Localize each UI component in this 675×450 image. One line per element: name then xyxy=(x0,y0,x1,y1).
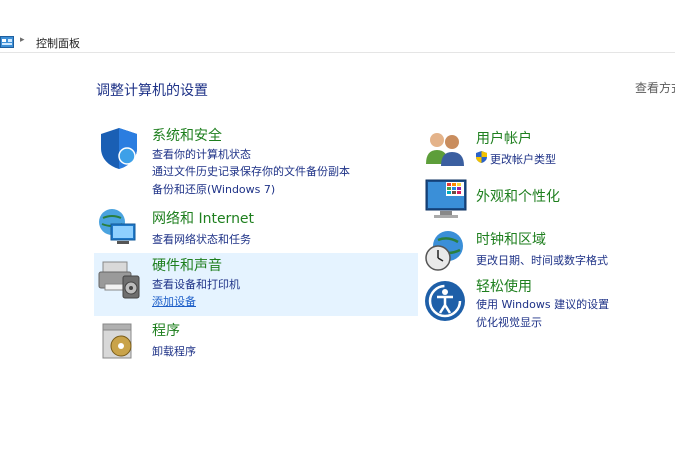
link-view-computer-status[interactable]: 查看你的计算机状态 xyxy=(152,146,251,162)
programs-icon[interactable] xyxy=(99,320,139,362)
category-user-accounts[interactable]: 用户帐户 xyxy=(476,128,532,148)
view-by-label: 查看方式 xyxy=(635,81,675,95)
category-appearance-personalization[interactable]: 外观和个性化 xyxy=(476,186,560,206)
category-programs[interactable]: 程序 xyxy=(152,320,180,340)
uac-shield-icon xyxy=(476,151,487,163)
printer-icon[interactable] xyxy=(97,256,143,302)
category-ease-of-access[interactable]: 轻松使用 xyxy=(476,276,532,296)
page-title: 调整计算机的设置 xyxy=(96,83,208,99)
category-hardware-sound[interactable]: 硬件和声音 xyxy=(152,255,222,275)
link-add-device[interactable]: 添加设备 xyxy=(152,293,196,309)
ease-of-access-icon[interactable] xyxy=(424,280,466,322)
link-optimize-visual-display[interactable]: 优化视觉显示 xyxy=(476,314,542,330)
display-icon[interactable] xyxy=(424,178,468,220)
link-uninstall-program[interactable]: 卸载程序 xyxy=(152,343,196,359)
link-network-status[interactable]: 查看网络状态和任务 xyxy=(152,231,251,247)
link-file-history-backup[interactable]: 通过文件历史记录保存你的文件备份副本 xyxy=(152,163,350,179)
address-bar[interactable] xyxy=(0,30,675,53)
control-panel-icon xyxy=(0,36,14,48)
category-network-internet[interactable]: 网络和 Internet xyxy=(152,208,254,228)
shield-icon[interactable] xyxy=(97,126,141,170)
link-devices-printers[interactable]: 查看设备和打印机 xyxy=(152,276,240,292)
clock-globe-icon[interactable] xyxy=(424,230,466,272)
network-icon[interactable] xyxy=(97,206,141,246)
link-change-date-time-format[interactable]: 更改日期、时间或数字格式 xyxy=(476,252,608,268)
breadcrumb-separator-icon[interactable]: ▸ xyxy=(20,35,25,45)
breadcrumb-control-panel[interactable]: 控制面板 xyxy=(36,35,80,51)
link-recommended-settings[interactable]: 使用 Windows 建议的设置 xyxy=(476,296,609,312)
users-icon[interactable] xyxy=(424,128,466,168)
link-change-account-type[interactable]: 更改帐户类型 xyxy=(490,151,556,167)
category-clock-region[interactable]: 时钟和区域 xyxy=(476,229,546,249)
category-system-security[interactable]: 系统和安全 xyxy=(152,125,222,145)
link-backup-restore[interactable]: 备份和还原(Windows 7) xyxy=(152,181,275,197)
